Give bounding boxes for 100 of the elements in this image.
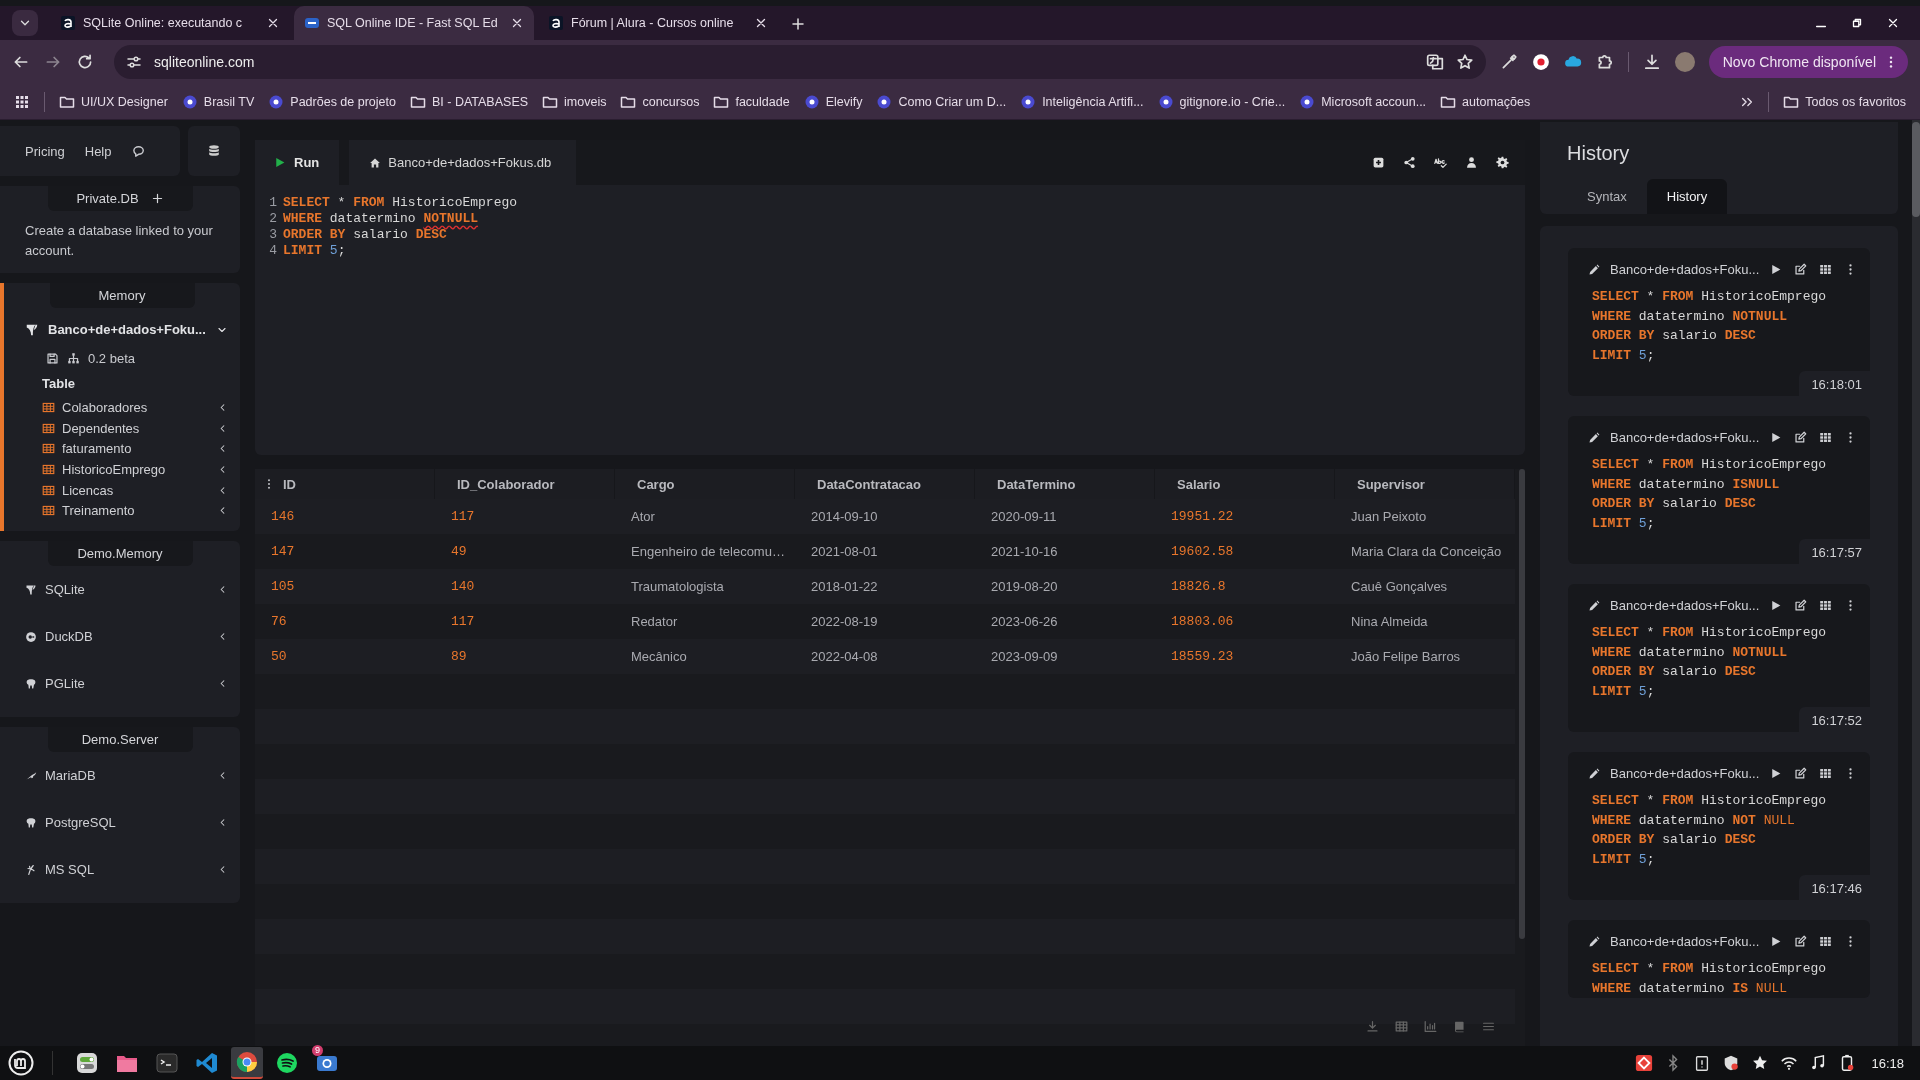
grid-icon[interactable] [1819,599,1833,612]
record-icon[interactable] [1531,53,1550,71]
table-item[interactable]: HistoricoEmprego [4,459,240,480]
tab-search-button[interactable] [12,10,38,36]
close-icon[interactable] [754,16,768,30]
translate-icon[interactable] [1425,53,1444,71]
edit-icon[interactable] [1794,935,1808,948]
table-item[interactable]: faturamento [4,438,240,460]
browser-tab[interactable]: SQLite Online: executando c [50,6,290,40]
book-icon[interactable] [1453,1019,1466,1033]
panel-tab[interactable]: History [1646,179,1728,214]
nav-link[interactable]: Pricing [25,143,65,159]
play-icon[interactable] [1769,767,1783,780]
taskbar-app[interactable] [231,1047,263,1079]
shield-icon[interactable] [1722,1054,1741,1072]
bookmark[interactable]: Padrões de projeto [268,93,396,110]
bookmark[interactable]: Todos os favoritos [1783,93,1906,110]
settings-icon[interactable] [1496,156,1509,169]
edit-icon[interactable] [1794,263,1808,276]
table-item[interactable]: Colaboradores [4,397,240,418]
remote-desktop-icon[interactable] [1635,1054,1654,1072]
code-editor[interactable]: 1 SELECT * FROM HistoricoEmprego 2 WHERE datatermino NOTNULL 3 ORDER BY salario DESC 4 LIMIT 5; [255,185,1525,455]
run-button[interactable]: Run [255,140,340,185]
wifi-icon[interactable] [1780,1054,1799,1072]
pencil-icon[interactable] [1588,263,1600,276]
site-settings-icon[interactable] [126,54,142,70]
bookmark[interactable]: Microsoft accoun... [1299,93,1427,110]
close-icon[interactable] [510,16,524,30]
address-bar[interactable]: sqliteonline.com [114,45,1486,79]
panel-tab[interactable]: Syntax [1567,179,1647,214]
engine-item[interactable]: MS SQL [0,846,240,894]
taskbar-app[interactable]: 9 [311,1047,343,1079]
share-icon[interactable] [1403,156,1416,169]
download-icon[interactable] [1642,53,1661,71]
reload-icon[interactable] [76,53,94,71]
engine-item[interactable]: PostgreSQL [0,799,240,847]
scrollbar[interactable] [1519,469,1525,939]
chart-icon[interactable] [1424,1019,1437,1033]
bookmark[interactable]: automações [1440,93,1531,110]
edit-icon[interactable] [1794,599,1808,612]
bookmark[interactable]: Elevify [803,93,863,110]
grid-icon[interactable] [1819,767,1833,780]
clock[interactable]: 16:18 [1871,1055,1904,1071]
code-line: LIMIT 5; [283,243,346,259]
pencil-icon[interactable] [1588,599,1600,612]
table-item[interactable]: Licencas [4,479,240,501]
new-tab-icon[interactable] [790,16,806,32]
table-item[interactable]: Dependentes [4,417,240,439]
profile-avatar[interactable] [1674,52,1695,72]
engine-item[interactable]: SQLite [0,566,240,614]
engine-item[interactable]: DuckDB [0,613,240,661]
pencil-icon[interactable] [1588,935,1600,948]
grid-icon[interactable] [1819,935,1833,948]
bookmark[interactable]: Brasil TV [181,93,255,110]
chat-icon[interactable] [131,143,147,159]
bookmark[interactable]: imoveis [542,93,607,110]
grid-icon[interactable] [1819,263,1833,276]
close-icon[interactable] [1886,16,1900,30]
engine-item[interactable]: MariaDB [0,752,240,800]
bookmark[interactable]: gitignore.io - Crie... [1157,93,1286,110]
schema-icon[interactable] [67,352,80,365]
add-icon[interactable] [1372,156,1385,169]
bookmark[interactable]: concursos [620,93,700,110]
bookmark[interactable]: UI/UX Designer [59,93,168,110]
user-icon[interactable] [1465,156,1478,169]
bookmark[interactable]: faculdade [713,93,790,110]
edit-icon[interactable] [1794,767,1808,780]
play-icon[interactable] [1769,599,1783,612]
browser-tab[interactable]: SQL Online IDE - Fast SQL Ed [294,6,534,40]
database-panel-button[interactable] [188,126,240,176]
database-item[interactable]: Banco+de+dados+Foku... [4,308,240,343]
apps-icon[interactable] [14,93,30,110]
update-button[interactable]: Novo Chrome disponível [1708,46,1908,78]
save-icon[interactable] [46,352,59,365]
engine-item[interactable]: PGLite [0,660,240,708]
bookmark[interactable]: BI - DATABASES [409,93,529,110]
play-icon[interactable] [1769,935,1783,948]
pencil-icon[interactable] [1588,431,1600,444]
scrollbar[interactable] [1912,120,1920,1046]
restore-icon[interactable] [1850,16,1864,30]
close-icon[interactable] [266,16,280,30]
table-icon[interactable] [1395,1019,1408,1033]
nav-link[interactable]: Help [84,143,112,159]
code-line: WHERE datatermino ISNULL [1592,476,1780,492]
spellcheck-icon[interactable] [1434,156,1447,169]
scroll-thumb[interactable] [1912,122,1920,217]
browser-tab[interactable]: Fórum | Alura - Cursos online [538,6,778,40]
add-icon[interactable] [150,192,164,205]
start-menu-icon[interactable] [8,1050,34,1076]
grid-icon[interactable] [1819,431,1833,444]
table-item[interactable]: Treinamento [4,500,240,522]
bookmark-star-icon[interactable] [1455,53,1474,71]
play-icon[interactable] [1769,263,1783,276]
pencil-icon[interactable] [1588,767,1600,780]
edit-icon[interactable] [1794,431,1808,444]
file-tab[interactable]: Banco+de+dados+Fokus.db [349,140,577,185]
play-icon[interactable] [1769,431,1783,444]
table-cell-text: 76 [270,614,288,629]
bookmark[interactable]: Inteligência Artifi... [1020,93,1144,110]
bookmark[interactable]: Como Criar um D... [876,93,1007,110]
